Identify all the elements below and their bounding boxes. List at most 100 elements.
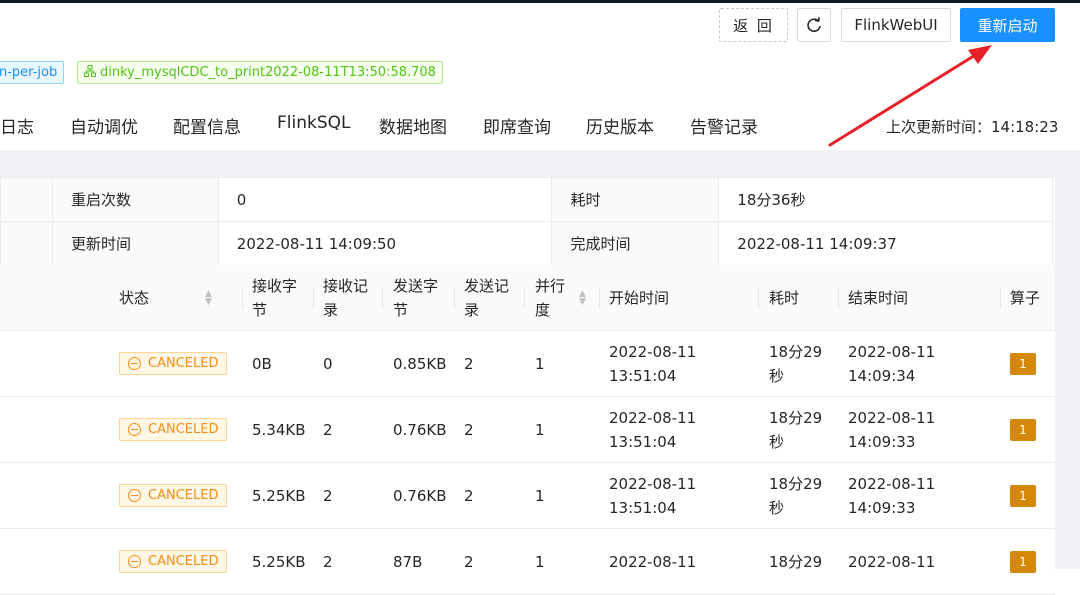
start-time: 2022-08-11 13:51:04 (609, 474, 697, 517)
end-time: 2022-08-11 14:09:33 (848, 408, 936, 451)
start-time: 2022-08-11 13:51:04 (609, 408, 697, 451)
run-mode-tag: n-per-job (0, 61, 65, 84)
last-update-time: 上次更新时间：14:18:23 (886, 118, 1059, 136)
minus-circle-icon (128, 357, 141, 370)
parallelism: 1 (535, 354, 545, 373)
restart-count-label: 重启次数 (51, 177, 219, 222)
operator-count-badge[interactable]: 1 (1010, 550, 1036, 573)
sent-bytes: 0.85KB (393, 354, 447, 373)
duration: 18分29 (769, 552, 823, 571)
flink-web-ui-button[interactable]: FlinkWebUI (841, 8, 951, 42)
recv-records: 2 (323, 486, 333, 505)
col-status[interactable]: 状态 ▲ ▼ (119, 265, 212, 330)
status-badge: CANCELED (119, 550, 228, 573)
tab-auto-tuning[interactable]: 自动调优 (70, 113, 138, 138)
operator-count-badge[interactable]: 1 (1010, 418, 1036, 441)
recv-bytes: 0B (252, 354, 272, 373)
end-time: 2022-08-11 (848, 552, 936, 571)
col-divider (242, 287, 243, 309)
job-info-table: 重启次数 0 耗时 18分36秒 更新时间 2022-08-11 14:09:5… (0, 177, 1053, 266)
table-header: 状态 ▲ ▼ 接收字节 接收记录 发送字节 发送记录 并行度 ▲ ▼ 开始时间 耗时… (0, 265, 1055, 331)
table-row[interactable]: CANCELED 5.25KB 2 0.76KB 2 1 2022-08-11 1… (0, 463, 1055, 529)
parallelism: 1 (535, 552, 545, 571)
end-time: 2022-08-11 14:09:33 (848, 474, 936, 517)
refresh-icon (807, 17, 821, 33)
duration: 18分29 秒 (769, 474, 823, 517)
duration: 18分29 秒 (769, 408, 823, 451)
sent-bytes: 0.76KB (393, 486, 447, 505)
parallelism: 1 (535, 486, 545, 505)
finish-time-label: 完成时间 (551, 221, 720, 266)
cluster-icon (84, 65, 96, 80)
tab-log[interactable]: 日志 (0, 113, 34, 138)
col-sent-records: 发送记录 (464, 276, 510, 319)
status-badge: CANCELED (119, 352, 228, 375)
table-row[interactable]: CANCELED 0B 0 0.85KB 2 1 2022-08-11 13:51… (0, 331, 1055, 397)
col-duration: 耗时 (769, 288, 800, 307)
sent-records: 2 (464, 486, 474, 505)
operator-count-badge[interactable]: 1 (1010, 484, 1036, 507)
operator-count-badge[interactable]: 1 (1010, 352, 1036, 375)
col-divider (524, 287, 525, 309)
recv-bytes: 5.25KB (252, 552, 306, 571)
section-divider (0, 150, 1080, 177)
col-recv-bytes: 接收字节 (252, 276, 298, 319)
duration: 18分29 秒 (769, 342, 823, 385)
col-parallelism[interactable]: 并行度 ▲ ▼ (535, 265, 586, 330)
tab-flinksql[interactable]: FlinkSQL (277, 113, 351, 133)
sent-bytes: 0.76KB (393, 420, 447, 439)
recv-records: 0 (323, 354, 333, 373)
col-operator: 算子 (1010, 288, 1041, 307)
status-badge: CANCELED (119, 418, 228, 441)
col-divider (454, 287, 455, 309)
col-recv-records: 接收记录 (323, 276, 369, 319)
sent-records: 2 (464, 552, 474, 571)
top-border (0, 0, 1080, 3)
right-gutter (1055, 177, 1080, 569)
sort-icon[interactable]: ▲ ▼ (579, 289, 586, 306)
tab-history-versions[interactable]: 历史版本 (586, 113, 654, 138)
job-name-tag: dinky_mysqlCDC_to_print2022-08-11T13:50:… (77, 61, 443, 84)
parallelism: 1 (535, 420, 545, 439)
col-divider (1000, 287, 1001, 309)
vertices-table: 状态 ▲ ▼ 接收字节 接收记录 发送字节 发送记录 并行度 ▲ ▼ 开始时间 耗时… (0, 265, 1055, 595)
back-button[interactable]: 返 回 (719, 8, 788, 42)
minus-circle-icon (128, 423, 141, 436)
table-row[interactable]: CANCELED 5.34KB 2 0.76KB 2 1 2022-08-11 1… (0, 397, 1055, 463)
update-time-label: 更新时间 (51, 221, 219, 266)
info-cell-empty (0, 221, 53, 266)
recv-bytes: 5.25KB (252, 486, 306, 505)
info-cell-empty (0, 177, 53, 222)
end-time: 2022-08-11 14:09:34 (848, 342, 936, 385)
tab-data-map[interactable]: 数据地图 (379, 113, 447, 138)
minus-circle-icon (128, 489, 141, 502)
col-start-time: 开始时间 (609, 288, 670, 307)
table-row[interactable]: CANCELED 5.25KB 2 87B 2 1 2022-08-11 18分… (0, 529, 1055, 595)
sent-bytes: 87B (393, 552, 423, 571)
sort-icon[interactable]: ▲ ▼ (205, 289, 212, 306)
finish-time-value: 2022-08-11 14:09:37 (718, 221, 1053, 266)
col-end-time: 结束时间 (848, 288, 909, 307)
col-divider (382, 287, 383, 309)
restart-count-value: 0 (217, 177, 553, 222)
tab-config-info[interactable]: 配置信息 (173, 113, 241, 138)
restart-button[interactable]: 重新启动 (960, 8, 1055, 42)
start-time: 2022-08-11 13:51:04 (609, 342, 697, 385)
status-badge: CANCELED (119, 484, 228, 507)
job-name-text: dinky_mysqlCDC_to_print2022-08-11T13:50:… (100, 65, 436, 80)
update-time-value: 2022-08-11 14:09:50 (217, 221, 553, 266)
recv-bytes: 5.34KB (252, 420, 306, 439)
recv-records: 2 (323, 420, 333, 439)
tab-adhoc-query[interactable]: 即席查询 (483, 113, 551, 138)
start-time: 2022-08-11 (609, 552, 697, 571)
duration-label: 耗时 (551, 177, 720, 222)
minus-circle-icon (128, 555, 141, 568)
col-divider (313, 287, 314, 309)
recv-records: 2 (323, 552, 333, 571)
duration-value: 18分36秒 (718, 177, 1053, 222)
refresh-button[interactable] (797, 8, 831, 42)
col-divider (758, 287, 759, 309)
sent-records: 2 (464, 420, 474, 439)
sent-records: 2 (464, 354, 474, 373)
tab-alert-records[interactable]: 告警记录 (690, 113, 758, 138)
